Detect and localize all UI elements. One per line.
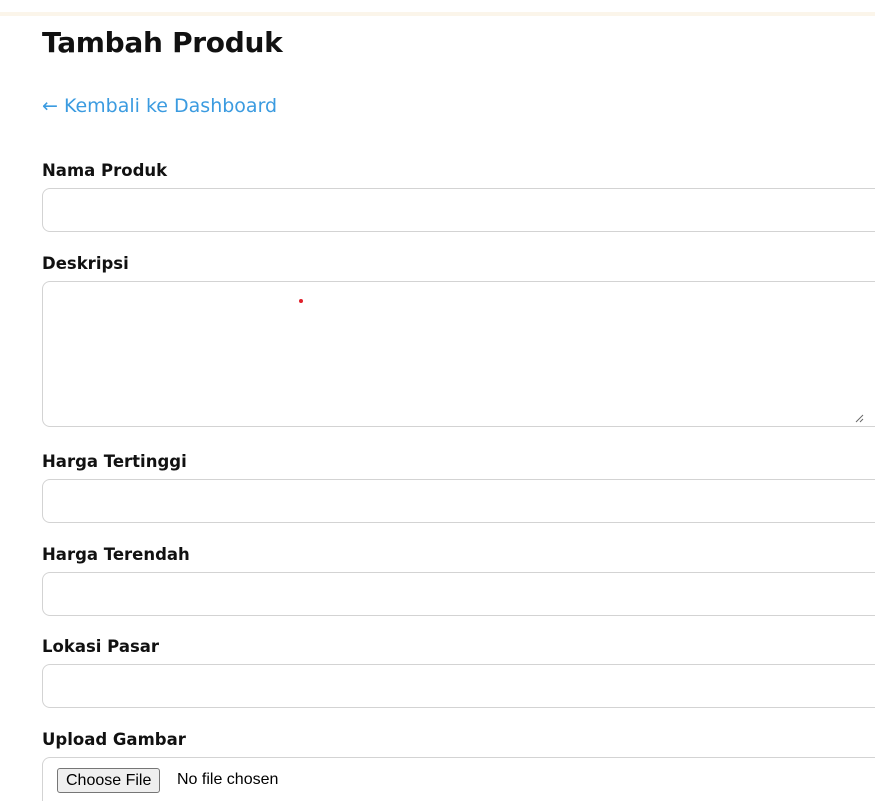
harga-tertinggi-input[interactable] xyxy=(42,479,875,523)
upload-gambar-label: Upload Gambar xyxy=(42,730,186,749)
page-title: Tambah Produk xyxy=(42,26,283,59)
deskripsi-textarea[interactable] xyxy=(42,281,875,427)
harga-terendah-label: Harga Terendah xyxy=(42,545,190,564)
nama-produk-input[interactable] xyxy=(42,188,875,232)
top-accent-strip xyxy=(0,12,875,16)
back-to-dashboard-link[interactable]: ← Kembali ke Dashboard xyxy=(42,95,277,117)
lokasi-pasar-label: Lokasi Pasar xyxy=(42,637,160,656)
cursor-marker-dot xyxy=(299,299,303,303)
file-status-text: No file chosen xyxy=(177,771,279,788)
choose-file-button[interactable]: Choose File xyxy=(57,768,161,793)
resize-handle-icon[interactable] xyxy=(854,413,864,423)
harga-terendah-input[interactable] xyxy=(42,572,875,616)
upload-gambar-field: Choose File No file chosen xyxy=(42,757,875,801)
lokasi-pasar-input[interactable] xyxy=(42,664,875,708)
nama-produk-label: Nama Produk xyxy=(42,161,168,180)
deskripsi-label: Deskripsi xyxy=(42,254,129,273)
harga-tertinggi-label: Harga Tertinggi xyxy=(42,452,187,471)
